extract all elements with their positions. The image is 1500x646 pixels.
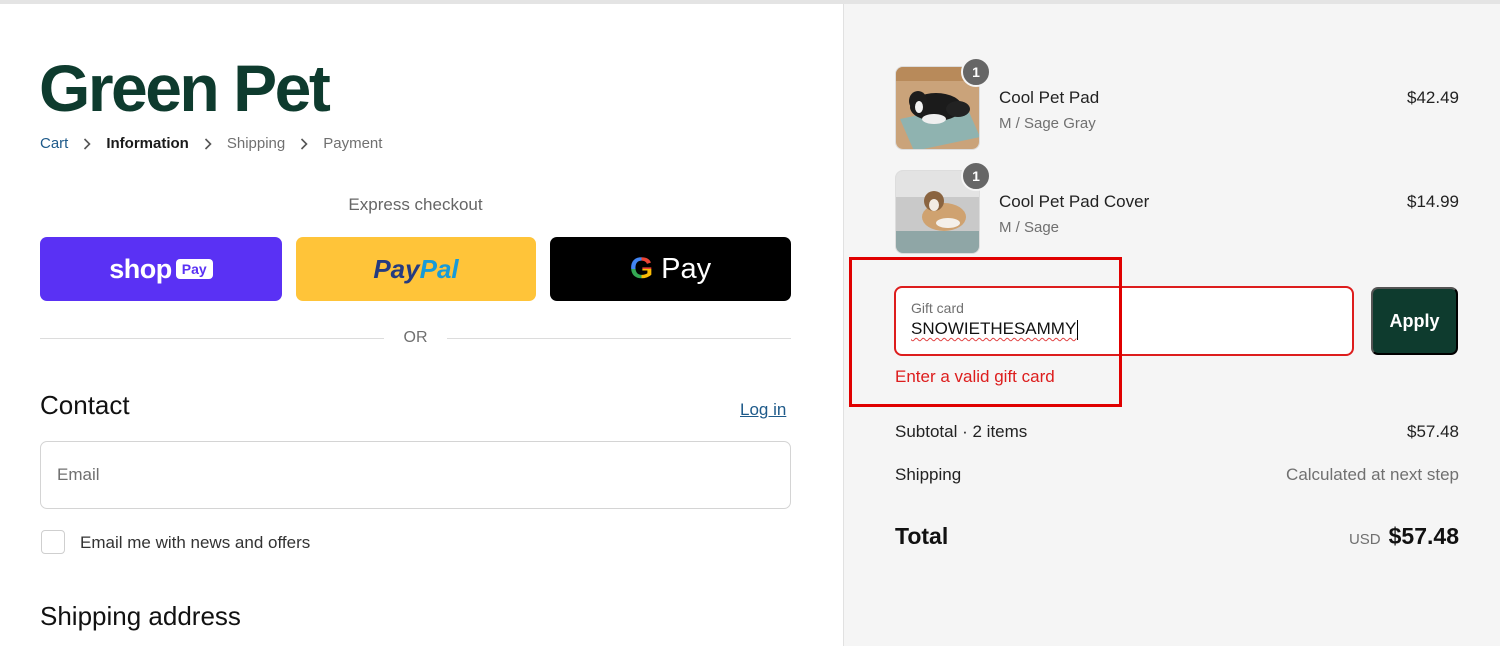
quantity-badge: 1: [961, 161, 991, 191]
divider-or-label: OR: [403, 329, 428, 346]
gift-card-label: Gift card: [911, 300, 964, 316]
breadcrumb-shipping: Shipping: [226, 135, 286, 152]
divider-left: [40, 338, 384, 339]
item-name: Cool Pet Pad Cover: [999, 192, 1150, 211]
item-variant: M / Sage Gray: [999, 115, 1096, 132]
paypal-wordmark-pal: Pal: [419, 253, 459, 284]
total-row: Total USD $57.48: [895, 523, 1459, 550]
total-amount: $57.48: [1388, 523, 1459, 549]
chevron-right-icon: [285, 137, 323, 150]
shipping-label: Shipping: [895, 465, 962, 484]
paypal-button[interactable]: Pay Pal: [296, 237, 536, 301]
express-checkout-label: Express checkout: [348, 195, 483, 214]
subtotal-value: $57.48: [1407, 422, 1459, 441]
shipping-value: Calculated at next step: [1286, 465, 1459, 484]
google-g-icon: G: [629, 252, 654, 285]
store-logo[interactable]: Green Pet: [39, 48, 331, 128]
paypal-wordmark-pay: Pay: [373, 253, 420, 284]
breadcrumb: Cart Information Shipping Payment: [40, 135, 382, 152]
google-pay-wordmark: Pay: [661, 252, 712, 285]
item-price: $14.99: [1407, 192, 1459, 211]
email-input[interactable]: [57, 465, 774, 485]
item-price: $42.49: [1407, 88, 1459, 107]
shop-pay-wordmark: shop: [109, 253, 172, 284]
total-currency: USD: [1348, 531, 1381, 548]
chevron-right-icon: [189, 137, 227, 150]
shipping-address-heading: Shipping address: [40, 601, 241, 631]
gift-card-error-message: Enter a valid gift card: [895, 367, 1055, 386]
gift-card-value: SNOWIETHESAMMY: [911, 319, 1077, 338]
item-variant: M / Sage: [999, 219, 1060, 236]
breadcrumb-cart[interactable]: Cart: [40, 135, 68, 152]
shop-pay-button[interactable]: shop Pay: [40, 237, 282, 301]
subtotal-row: Subtotal · 2 items $57.48: [895, 422, 1459, 442]
line-item: 1 Cool Pet Pad M / Sage Gray $42.49: [895, 57, 1459, 150]
divider-right: [447, 338, 791, 339]
google-pay-button[interactable]: G Pay: [550, 237, 791, 301]
quantity-badge: 1: [961, 57, 991, 87]
newsletter-checkbox[interactable]: [41, 530, 65, 554]
shipping-row: Shipping Calculated at next step: [895, 465, 1459, 485]
line-item: 1 Cool Pet Pad Cover M / Sage $14.99: [895, 161, 1459, 254]
apply-gift-card-button[interactable]: Apply: [1371, 287, 1458, 355]
gift-card-field[interactable]: Gift card SNOWIETHESAMMY: [894, 286, 1354, 356]
shop-pay-badge: Pay: [175, 259, 213, 279]
gift-card-input[interactable]: SNOWIETHESAMMY: [911, 319, 1337, 340]
order-summary: 1 Cool Pet Pad M / Sage Gray $42.49 1 Co…: [843, 4, 1500, 646]
newsletter-checkbox-label[interactable]: Email me with news and offers: [80, 533, 310, 553]
chevron-right-icon: [68, 137, 106, 150]
contact-heading: Contact: [40, 390, 130, 420]
item-name: Cool Pet Pad: [999, 88, 1100, 107]
checkout-main: Green Pet Cart Information Shipping Paym…: [0, 4, 843, 646]
total-label: Total: [895, 523, 949, 549]
breadcrumb-information: Information: [106, 135, 189, 152]
breadcrumb-payment: Payment: [323, 135, 383, 152]
log-in-link[interactable]: Log in: [740, 400, 786, 420]
email-field[interactable]: [40, 441, 791, 509]
total-amount-group: USD $57.48: [1349, 523, 1459, 550]
subtotal-label: Subtotal · 2 items: [895, 422, 1028, 441]
text-caret: [1077, 319, 1079, 340]
